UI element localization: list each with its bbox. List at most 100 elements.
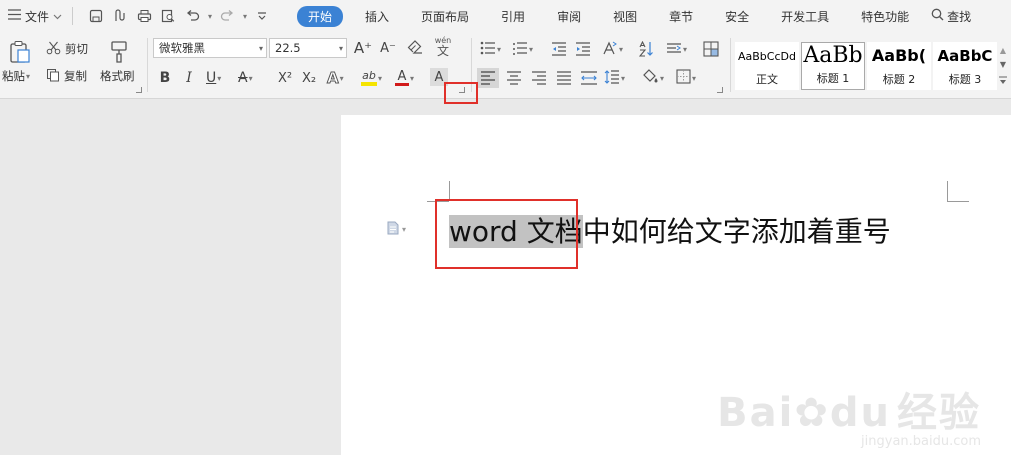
- align-center-icon[interactable]: [503, 68, 525, 88]
- annotation-selection-box: [435, 199, 578, 269]
- style-sample-text: AaBb: [803, 43, 863, 68]
- strikethrough-button[interactable]: A ▾: [238, 68, 253, 88]
- increase-indent-icon[interactable]: [574, 40, 592, 58]
- text-effects-button[interactable]: A ▾: [327, 68, 344, 88]
- tab-developer[interactable]: 开发工具: [771, 6, 839, 27]
- divider: [147, 38, 148, 92]
- decrease-indent-icon[interactable]: [550, 40, 568, 58]
- paste-button[interactable]: 粘贴 ▾: [2, 68, 30, 84]
- tab-references[interactable]: 引用: [491, 6, 535, 27]
- font-family-value: 微软雅黑: [159, 41, 205, 55]
- borders-icon: [676, 69, 691, 87]
- numbering-button[interactable]: ▾: [512, 40, 533, 58]
- tab-security[interactable]: 安全: [715, 6, 759, 27]
- distributed-align-icon[interactable]: [578, 68, 600, 88]
- tab-review[interactable]: 审阅: [547, 6, 591, 27]
- chevron-down-icon: ▾: [497, 44, 502, 54]
- change-case-button[interactable]: ▾: [602, 40, 623, 58]
- font-color-bar: [395, 83, 409, 86]
- styles-scroll-up-icon[interactable]: ▲: [998, 44, 1008, 56]
- undo-icon[interactable]: [183, 7, 201, 25]
- clear-format-button[interactable]: [405, 38, 425, 58]
- style-heading-3[interactable]: AaBbC 标题 3: [933, 42, 997, 90]
- style-normal[interactable]: AaBbCcDd 正文: [735, 42, 799, 90]
- justify-icon[interactable]: [553, 68, 575, 88]
- document-icon: [387, 221, 399, 238]
- font-family-select[interactable]: 微软雅黑 ▾: [153, 38, 267, 58]
- styles-scroll-down-icon[interactable]: ▼: [998, 58, 1008, 70]
- pinyin-guide-button[interactable]: wén 文: [431, 36, 455, 58]
- paragraph-text[interactable]: 中如何给文字添加着重号: [583, 215, 891, 248]
- watermark-brand-cn: 经验: [897, 390, 981, 436]
- chevron-down-icon: ▾: [660, 73, 665, 83]
- chevron-down-icon: ▾: [619, 44, 624, 54]
- line-spacing-icon: [604, 69, 620, 87]
- align-left-icon[interactable]: [477, 68, 499, 88]
- hamburger-icon: [8, 9, 21, 23]
- cut-button[interactable]: 剪切: [46, 40, 88, 58]
- bold-button[interactable]: B: [156, 68, 174, 88]
- line-spacing-button[interactable]: ▾: [604, 68, 625, 88]
- styles-more-icon[interactable]: [998, 74, 1008, 88]
- highlight-button[interactable]: ab ▾: [361, 68, 382, 88]
- chevron-down-icon: ▾: [26, 71, 31, 81]
- quick-access-toolbar: ▾ ▾: [87, 7, 287, 25]
- italic-button[interactable]: I: [180, 68, 198, 88]
- font-color-button[interactable]: A ▾: [395, 68, 414, 88]
- file-menu[interactable]: 文件: [0, 8, 72, 25]
- style-name: 正文: [756, 73, 778, 86]
- export-pdf-icon[interactable]: [111, 7, 129, 25]
- bullets-button[interactable]: ▾: [480, 40, 501, 58]
- paragraph-dialog-launcher[interactable]: [717, 87, 723, 93]
- copy-button[interactable]: 复制: [46, 67, 87, 85]
- customize-toolbar-icon[interactable]: [253, 7, 271, 25]
- underline-button[interactable]: U ▾: [206, 68, 221, 88]
- chevron-down-icon: ▾: [683, 44, 688, 54]
- font-size-select[interactable]: 22.5 ▾: [269, 38, 347, 58]
- menu-bar: 文件 ▾ ▾ 开始 插入 页面布局 引用 审阅 视图 章节 安全 开发工具 特色…: [0, 0, 1011, 32]
- borders-button[interactable]: ▾: [676, 68, 696, 88]
- tab-view[interactable]: 视图: [603, 6, 647, 27]
- undo-dropdown-icon[interactable]: ▾: [208, 12, 212, 21]
- superscript-button[interactable]: X²: [274, 68, 296, 88]
- search-button[interactable]: 查找: [931, 8, 971, 25]
- redo-dropdown-icon[interactable]: ▾: [243, 12, 247, 21]
- paste-icon[interactable]: [6, 38, 34, 66]
- chevron-down-icon: [53, 9, 62, 23]
- paragraph-group: ▾ ▾ ▾ ▾ ▾ ▾ ▾: [474, 36, 726, 94]
- format-painter-icon[interactable]: [106, 38, 132, 66]
- table-border-icon[interactable]: [702, 40, 720, 58]
- paint-bucket-icon: [642, 69, 659, 87]
- shading-button[interactable]: ▾: [642, 68, 664, 88]
- style-heading-2[interactable]: AaBb( 标题 2: [867, 42, 931, 90]
- format-painter-button[interactable]: 格式刷: [100, 68, 135, 84]
- tab-page-layout[interactable]: 页面布局: [411, 6, 479, 27]
- clipboard-dialog-launcher[interactable]: [136, 87, 142, 93]
- print-preview-icon[interactable]: [159, 7, 177, 25]
- eraser-icon: [407, 39, 423, 57]
- tab-insert[interactable]: 插入: [355, 6, 399, 27]
- tab-home[interactable]: 开始: [297, 5, 344, 27]
- tab-special-features[interactable]: 特色功能: [851, 6, 919, 27]
- chevron-down-icon: ▾: [410, 73, 415, 83]
- show-hide-marks-button[interactable]: ▾: [666, 40, 687, 58]
- tab-sections[interactable]: 章节: [659, 6, 703, 27]
- strikethrough-label: A: [238, 70, 248, 86]
- align-right-icon[interactable]: [528, 68, 550, 88]
- style-name: 标题 1: [816, 72, 850, 85]
- clipboard-group: 粘贴 ▾ 剪切 复制 格式刷: [0, 36, 145, 94]
- style-heading-1[interactable]: AaBb 标题 1: [801, 42, 865, 90]
- baidu-watermark: Bai✿du 经验 jingyan.baidu.com: [717, 380, 981, 449]
- save-icon[interactable]: [87, 7, 105, 25]
- grow-font-button[interactable]: A⁺: [353, 38, 373, 58]
- watermark-brand-text: Bai: [717, 390, 795, 436]
- chevron-down-icon: ▾: [248, 73, 253, 83]
- shrink-font-button[interactable]: A⁻: [378, 38, 398, 58]
- sort-icon[interactable]: [638, 40, 656, 58]
- search-icon: [931, 8, 944, 24]
- print-icon[interactable]: [135, 7, 153, 25]
- subscript-button[interactable]: X₂: [298, 68, 320, 88]
- paragraph-handle[interactable]: ▾: [387, 221, 406, 238]
- redo-icon[interactable]: [218, 7, 236, 25]
- ribbon: 粘贴 ▾ 剪切 复制 格式刷 微软雅黑 ▾ 22.5 ▾ A⁺ A⁻ wén 文…: [0, 32, 1011, 99]
